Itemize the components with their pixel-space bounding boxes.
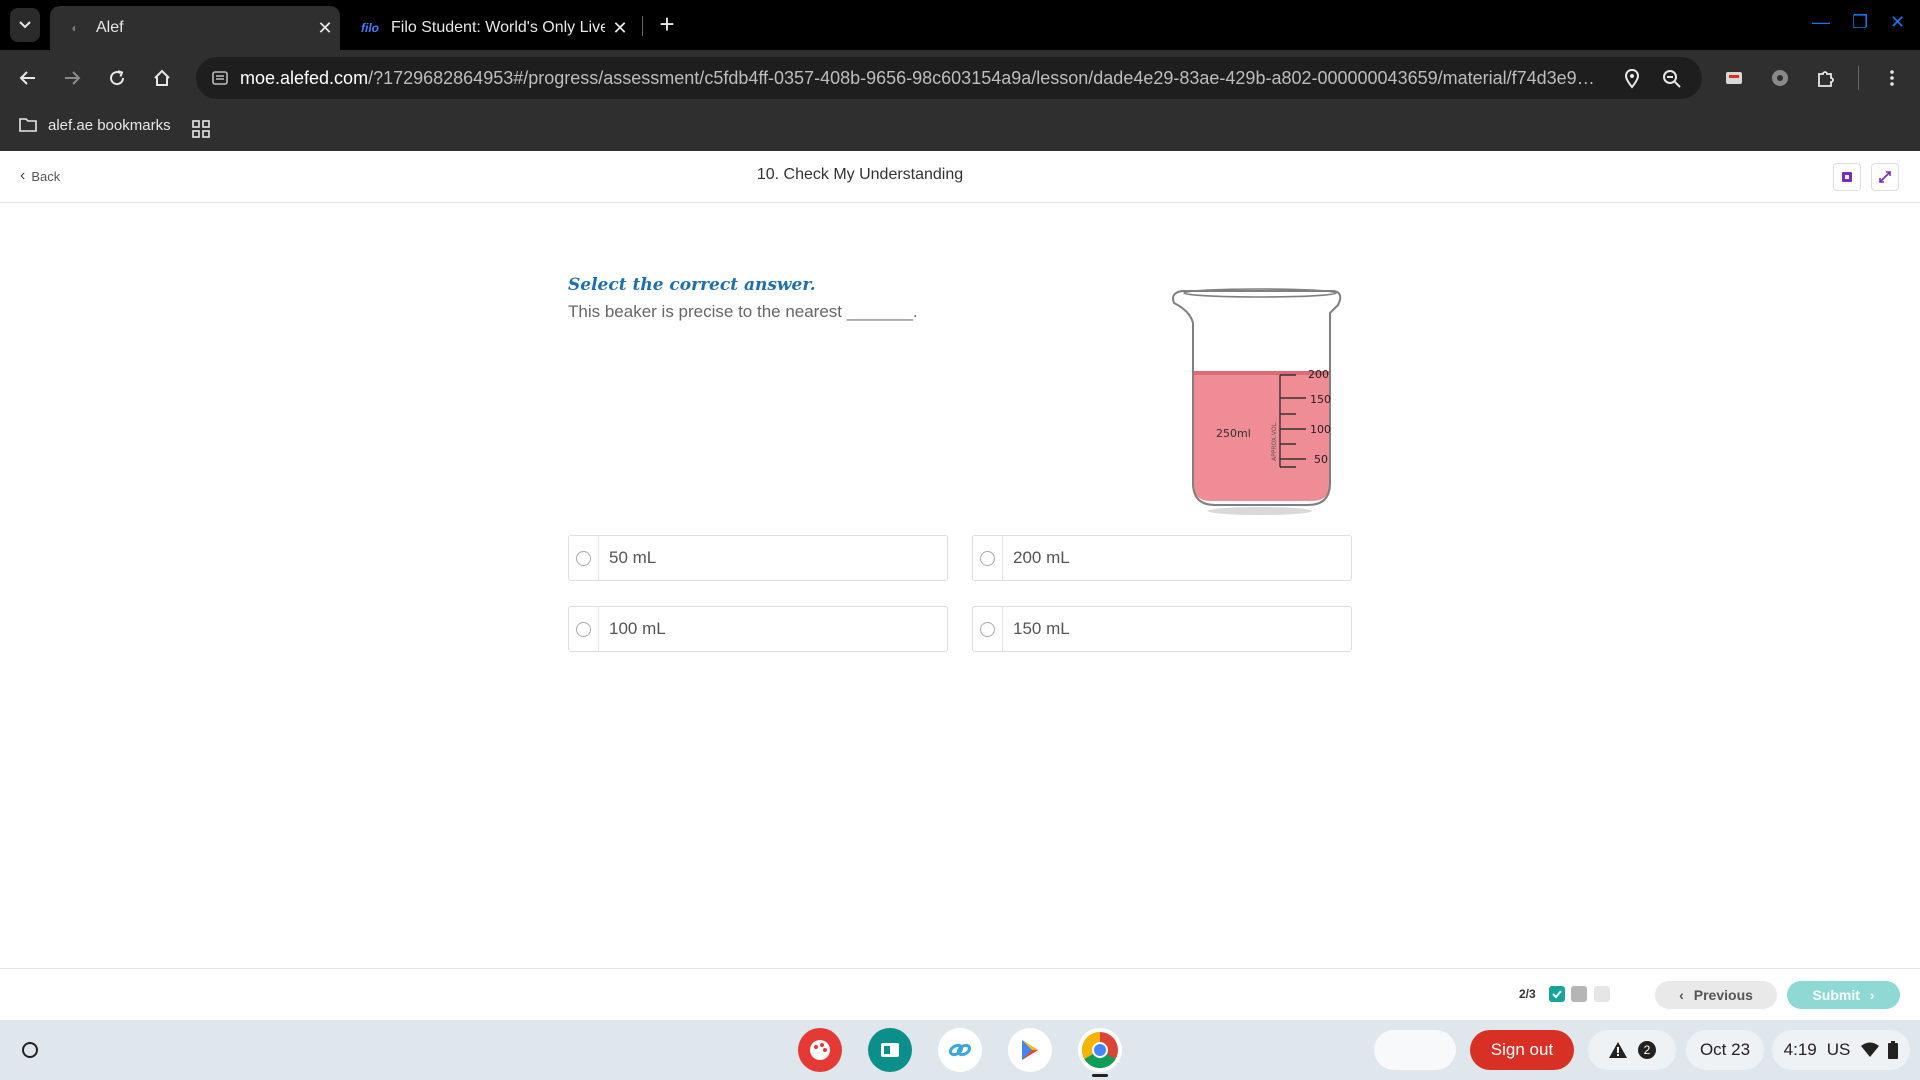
tab-filo[interactable]: filo Filo Student: World's Only Live I ✕	[345, 6, 635, 50]
answer-label: 200 mL	[1013, 548, 1070, 567]
alef-favicon-icon: ◐	[71, 21, 79, 35]
clock-time: 4:19	[1783, 1040, 1817, 1059]
fullscreen-button[interactable]	[1871, 163, 1899, 191]
extensions-puzzle-icon[interactable]	[1812, 64, 1840, 92]
beaker-mark-100: 100	[1310, 423, 1331, 436]
tab-search-button[interactable]	[10, 8, 40, 42]
tab-strip: ◐ Alef ✕ filo Filo Student: World's Only…	[0, 0, 1920, 50]
tray-preview[interactable]	[1374, 1030, 1456, 1070]
answer-label: 150 mL	[1013, 619, 1070, 638]
radio-button[interactable]	[576, 621, 591, 637]
sign-out-button[interactable]: Sign out	[1470, 1030, 1574, 1070]
running-indicator	[1092, 1074, 1108, 1077]
radio-button[interactable]	[980, 621, 995, 637]
play-store-icon[interactable]	[1008, 1028, 1052, 1072]
question-progress: 2/3	[1519, 987, 1536, 1001]
chevron-left-icon: ‹	[1679, 987, 1684, 1003]
progress-pending-dot[interactable]	[1594, 986, 1610, 1002]
paint-app-icon[interactable]	[798, 1028, 842, 1072]
site-info-icon[interactable]	[210, 68, 230, 88]
answer-label: 100 mL	[609, 619, 666, 638]
notification-tray[interactable]: 2	[1588, 1030, 1676, 1070]
launcher-circle-icon	[22, 1042, 38, 1058]
notes-button[interactable]	[1833, 163, 1861, 191]
filo-favicon-icon: filo	[361, 21, 379, 35]
answer-option-100ml[interactable]: 100 mL	[568, 606, 948, 652]
chevron-right-icon: ›	[1869, 987, 1875, 1003]
close-window-icon[interactable]: ✕	[1890, 12, 1905, 33]
page-title: 10. Check My Understanding	[756, 166, 964, 183]
notification-count: 2	[1638, 1041, 1656, 1059]
submit-label: Submit	[1812, 987, 1860, 1003]
beaker-mark-200: 200	[1308, 368, 1329, 381]
wifi-icon	[1861, 1042, 1880, 1057]
browser-toolbar: moe.alefed.com/?1729682864953#/progress/…	[0, 50, 1920, 106]
previous-label: Previous	[1693, 987, 1753, 1003]
progress-current-dot[interactable]	[1571, 986, 1587, 1002]
restore-icon[interactable]: ❐	[1852, 12, 1868, 33]
chrome-icon[interactable]	[1078, 1028, 1122, 1072]
locale-indicator: US	[1826, 1040, 1851, 1059]
answer-option-150ml[interactable]: 150 mL	[972, 606, 1352, 652]
close-icon[interactable]: ✕	[605, 18, 635, 39]
expand-icon	[1879, 171, 1891, 183]
beaker-mark-50: 50	[1314, 453, 1328, 466]
radio-cell	[569, 607, 599, 651]
lesson-header: ‹ Back 10. Check My Understanding	[0, 151, 1920, 203]
status-tray[interactable]: 4:19 US	[1772, 1030, 1910, 1070]
answer-label: 50 mL	[609, 548, 657, 567]
radio-button[interactable]	[980, 550, 995, 566]
question-instruction: Select the correct answer.	[568, 275, 816, 295]
close-icon[interactable]: ✕	[310, 18, 340, 39]
previous-button[interactable]: ‹ Previous	[1655, 981, 1777, 1009]
chevron-down-icon	[19, 21, 31, 29]
folder-icon	[19, 118, 37, 132]
radio-button[interactable]	[576, 550, 591, 566]
warning-icon	[1609, 1042, 1627, 1058]
question-area: Select the correct answer. This beaker i…	[0, 203, 1920, 968]
beaker-image: 200 150 100 50 250ml APPROX.VOL.	[1172, 288, 1342, 515]
address-bar[interactable]: moe.alefed.com/?1729682864953#/progress/…	[196, 57, 1702, 99]
radio-cell	[973, 607, 1003, 651]
extension-dark-icon[interactable]	[1766, 64, 1794, 92]
assessment-footer: 2/3 ‹ Previous Submit ›	[0, 968, 1920, 1020]
tab-separator	[642, 16, 643, 36]
reload-icon[interactable]	[103, 64, 131, 92]
toolbar-divider	[1858, 66, 1859, 90]
apps-grid-icon[interactable]	[192, 120, 210, 138]
notebook-icon	[1842, 172, 1852, 182]
date-display[interactable]: Oct 23	[1686, 1030, 1764, 1070]
beaker-mark-150: 150	[1310, 393, 1331, 406]
more-menu-icon[interactable]	[1878, 64, 1906, 92]
os-shelf: Sign out 2 Oct 23 4:19 US	[0, 1020, 1920, 1080]
url-text: moe.alefed.com/?1729682864953#/progress/…	[240, 68, 1600, 88]
minimize-icon[interactable]: —	[1812, 12, 1830, 33]
tab-title: Alef	[96, 19, 124, 36]
location-pin-icon[interactable]	[1620, 67, 1644, 91]
back-arrow-icon[interactable]	[14, 64, 42, 92]
bookmark-label: alef.ae bookmarks	[48, 116, 171, 134]
classroom-app-icon[interactable]	[868, 1028, 912, 1072]
forward-arrow-icon[interactable]	[58, 64, 86, 92]
bookmarks-bar: alef.ae bookmarks	[0, 106, 1920, 151]
bookmark-folder-alef[interactable]: alef.ae bookmarks	[18, 116, 171, 134]
link-app-icon[interactable]	[938, 1028, 982, 1072]
launcher-button[interactable]	[10, 1030, 50, 1070]
radio-cell	[973, 536, 1003, 580]
new-tab-button[interactable]: +	[652, 10, 682, 40]
progress-check-icon[interactable]	[1549, 986, 1565, 1002]
question-prompt: This beaker is precise to the nearest __…	[568, 302, 918, 321]
home-icon[interactable]	[148, 64, 176, 92]
answer-option-50ml[interactable]: 50 mL	[568, 535, 948, 581]
cast-icon[interactable]	[1720, 64, 1748, 92]
beaker-side-label: APPROX.VOL.	[1271, 421, 1278, 461]
battery-icon	[1888, 1041, 1899, 1059]
submit-button[interactable]: Submit ›	[1787, 981, 1900, 1009]
answer-option-200ml[interactable]: 200 mL	[972, 535, 1352, 581]
radio-cell	[569, 536, 599, 580]
tab-alef[interactable]: ◐ Alef ✕	[50, 6, 340, 50]
tab-title: Filo Student: World's Only Live I	[391, 19, 605, 36]
zoom-icon[interactable]	[1660, 67, 1684, 91]
beaker-volume-label: 250ml	[1216, 427, 1251, 440]
